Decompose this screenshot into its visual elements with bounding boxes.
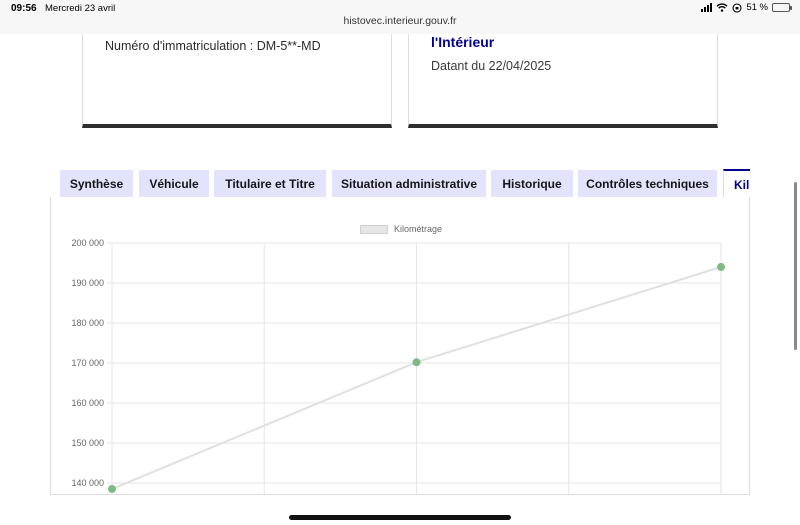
- mileage-chart-panel: Kilométrage 140 000 150 000 160 000 170 000…: [50, 197, 750, 495]
- vehicle-info-card: Numéro d'immatriculation : DM-5**-MD: [82, 34, 392, 128]
- battery-percent: 51 %: [746, 2, 768, 13]
- plate-number-text: Numéro d'immatriculation : DM-5**-MD: [105, 39, 321, 53]
- y-tick-label: 150 000: [71, 438, 104, 448]
- mileage-data-point: [108, 485, 116, 493]
- y-tick-label: 170 000: [71, 358, 104, 368]
- tab-kilometrage[interactable]: Kilométrage: [723, 169, 750, 198]
- mileage-data-point: [412, 358, 421, 367]
- report-date: Datant du 22/04/2025: [431, 59, 552, 73]
- report-tabs: Synthèse Véhicule Titulaire et Titre Sit…: [60, 169, 750, 198]
- tab-vehicule[interactable]: Véhicule: [139, 170, 209, 198]
- mileage-line-chart: 140 000 150 000 160 000 170 000 180 000 190 0…: [71, 238, 725, 494]
- tab-controles-techniques[interactable]: Contrôles techniques: [578, 170, 717, 198]
- issuer-name: l'Intérieur: [431, 34, 495, 50]
- y-tick-label: 180 000: [71, 318, 104, 328]
- y-tick-label: 140 000: [71, 478, 104, 488]
- home-indicator[interactable]: [289, 515, 511, 520]
- orientation-lock-icon: [732, 2, 742, 13]
- address-bar-url[interactable]: histovec.interieur.gouv.fr: [0, 15, 800, 27]
- y-tick-label: 200 000: [71, 238, 104, 248]
- tab-synthese[interactable]: Synthèse: [60, 170, 133, 198]
- status-bar: 09:56 Mercredi 23 avril histovec.interie…: [0, 0, 800, 34]
- report-source-card: l'Intérieur Datant du 22/04/2025: [408, 34, 718, 128]
- status-time: 09:56: [11, 3, 37, 14]
- mileage-data-point: [717, 263, 725, 271]
- status-date: Mercredi 23 avril: [45, 3, 116, 14]
- status-indicators: 51 %: [701, 2, 792, 13]
- tab-situation-administrative[interactable]: Situation administrative: [332, 170, 486, 198]
- tab-historique[interactable]: Historique: [491, 170, 573, 198]
- battery-icon: [772, 3, 792, 12]
- tab-titulaire-titre[interactable]: Titulaire et Titre: [214, 170, 326, 198]
- y-tick-label: 160 000: [71, 398, 104, 408]
- cellular-signal-icon: [701, 3, 713, 12]
- wifi-icon: [716, 3, 728, 12]
- scrollbar[interactable]: [794, 182, 797, 350]
- y-tick-label: 190 000: [71, 278, 104, 288]
